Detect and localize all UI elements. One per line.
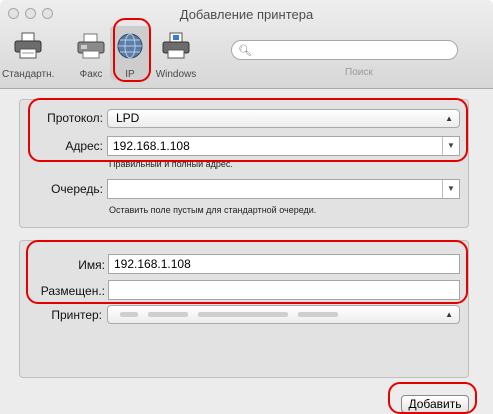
- chevron-down-icon[interactable]: ▼: [442, 180, 459, 198]
- toolbar-item-windows[interactable]: Windows: [152, 26, 200, 80]
- window-title: Добавление принтера: [179, 7, 314, 22]
- fax-icon: [77, 33, 105, 59]
- toolbar-item-fax[interactable]: Факс: [74, 26, 108, 80]
- toolbar-label-fax: Факс: [79, 69, 103, 80]
- toolbar-label-default: Стандартн.: [2, 69, 55, 80]
- search-label: Поиск: [345, 67, 373, 78]
- highlight-protocol-address: [28, 98, 468, 162]
- blurred-text: [148, 312, 188, 317]
- highlight-name-location: [26, 240, 468, 304]
- add-printer-window: Добавление принтера Стандартн. Факс IP W…: [0, 0, 493, 414]
- search-icon: 🔍︎: [238, 45, 252, 57]
- toolbar-label-windows: Windows: [155, 69, 197, 80]
- printer-popup[interactable]: ▲: [107, 305, 460, 324]
- window-titlebar: Добавление принтера Стандартн. Факс IP W…: [0, 0, 493, 89]
- default-printer-icon: [14, 32, 42, 59]
- blurred-text: [198, 312, 288, 317]
- windows-printer-icon: [162, 32, 190, 59]
- updown-arrows-icon: ▲: [445, 310, 453, 319]
- queue-field[interactable]: ▼: [107, 179, 460, 199]
- toolbar-item-default[interactable]: Стандартн.: [2, 26, 54, 80]
- highlight-add-button: [388, 382, 477, 414]
- search-field[interactable]: 🔍︎: [231, 40, 458, 60]
- queue-label: Очередь:: [51, 182, 103, 196]
- queue-hint: Оставить поле пустым для стандартной оче…: [109, 205, 317, 215]
- printer-label: Принтер:: [51, 308, 102, 322]
- blurred-text: [298, 312, 338, 317]
- highlight-ip-tab: [113, 18, 151, 82]
- blurred-text: [120, 312, 138, 317]
